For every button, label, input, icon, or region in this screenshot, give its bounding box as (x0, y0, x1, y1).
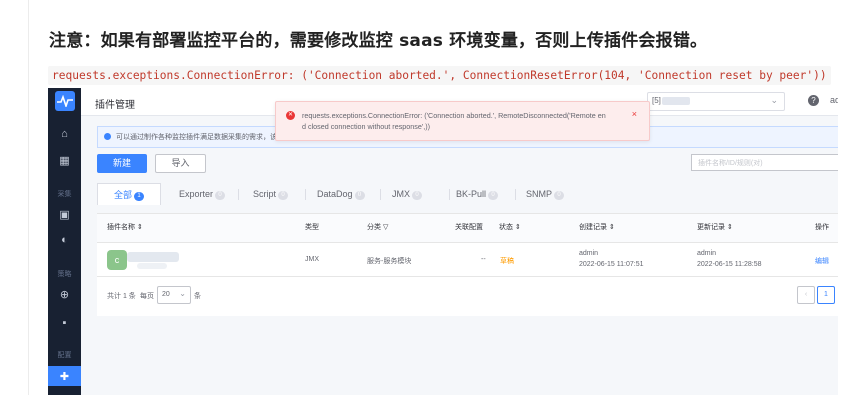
info-icon (104, 133, 111, 140)
row-status: 草稿 (500, 258, 514, 265)
total-count: 共计 1 条 (107, 293, 136, 300)
tab-jmx[interactable]: JMX 0 (384, 183, 422, 205)
tab-label: SNMP (526, 189, 553, 199)
tab-label: 全部 (114, 190, 133, 200)
row-linked: -- (481, 256, 486, 263)
tab-divider (238, 189, 239, 200)
tab-label: BK-Pull (456, 189, 487, 199)
plugin-table: 插件名称 ⇕ 类型 分类 ▽ 关联配置 状态 ⇕ 创建记录 ⇕ 更新记录 ⇕ 操… (97, 213, 838, 316)
new-plugin-button[interactable]: 新建 (97, 154, 147, 173)
col-type: 类型 (305, 224, 319, 231)
row-type: JMX (305, 256, 319, 263)
tab-count: 0 (488, 191, 499, 200)
tab-label: DataDog (317, 189, 353, 199)
col-ops: 操作 (815, 224, 829, 231)
plugin-id-blurred (137, 263, 167, 269)
per-page-label: 每页 (140, 293, 154, 300)
per-page-unit: 条 (194, 293, 201, 300)
row-created-at: 2022-06-15 11:07:51 (579, 261, 644, 268)
tab-label: Exporter (179, 189, 214, 199)
col-status[interactable]: 状态 ⇕ (499, 214, 521, 242)
tab-divider (305, 189, 306, 200)
business-select[interactable]: [5] ⌄ (647, 92, 785, 111)
tab-snmp[interactable]: SNMP 0 (518, 183, 565, 205)
tab-label: JMX (392, 189, 410, 199)
pagination: 共计 1 条 每页 20 ⌄ 条 ‹ 1 (97, 286, 838, 306)
tab-divider (515, 189, 516, 200)
import-button[interactable]: 导入 (155, 154, 206, 173)
search-input[interactable]: 插件名称/ID/规则(对) (691, 154, 838, 171)
tab-datadog[interactable]: DataDog 0 (309, 183, 365, 205)
col-name[interactable]: 插件名称 ⇕ (107, 214, 143, 242)
page-1-button[interactable]: 1 (817, 286, 835, 304)
sidebar-group-strategy: 策略 (57, 271, 72, 278)
monitor-logo-icon[interactable] (55, 91, 75, 111)
edit-link[interactable]: 编辑 (815, 256, 829, 266)
notice-text: 可以通过制作各种监控插件满足数据采集的需求，该功... (116, 134, 290, 141)
col-category[interactable]: 分类 ▽ (367, 214, 388, 242)
chevron-down-icon: ⌄ (179, 289, 186, 298)
col-updated[interactable]: 更新记录 ⇕ (697, 214, 733, 242)
sidebar: ⌂ ▦ 采集 ▣ ◐ 策略 ⊕ ▪ 配置 ✚ (48, 88, 81, 395)
alarm-icon[interactable]: ▪ (48, 313, 81, 333)
left-rule (28, 0, 29, 395)
row-updated-at: 2022-06-15 11:28:58 (697, 261, 762, 268)
page-title: 插件管理 (95, 100, 135, 111)
tab-exporter[interactable]: Exporter 0 (171, 183, 226, 205)
error-icon: ✕ (286, 111, 295, 120)
collect-icon[interactable]: ▣ (48, 204, 81, 224)
tab-label: Script (253, 189, 277, 199)
tab-count: 1 (134, 192, 145, 201)
help-icon[interactable]: ? (808, 95, 819, 106)
page-size-value: 20 (162, 291, 170, 298)
type-tabs: 全部 1 Exporter 0 Script 0 DataDog 0 JMX 0 BK-P… (97, 183, 838, 205)
row-updated-by: admin (697, 250, 717, 257)
row-divider (97, 276, 838, 277)
prev-page-button[interactable]: ‹ (797, 286, 815, 304)
plugin-logo-icon: c (107, 250, 127, 270)
chevron-down-icon: ⌄ (770, 95, 778, 105)
plugin-icon[interactable]: ✚ (48, 366, 81, 386)
row-created-by: admin (579, 250, 599, 257)
tab-count: 0 (354, 191, 365, 200)
timeseries-icon[interactable]: ◐ (48, 230, 81, 250)
col-created[interactable]: 创建记录 ⇕ (579, 214, 615, 242)
close-icon[interactable]: × (632, 109, 637, 119)
row-category: 服务-服务模块 (367, 258, 412, 265)
note-heading: 注意：如果有部署监控平台的，需要修改监控 saas 环境变量，否则上传插件会报错… (49, 31, 708, 51)
tab-all[interactable]: 全部 1 (97, 183, 161, 205)
page-size-select[interactable]: 20 ⌄ (157, 286, 191, 304)
tab-count: 0 (278, 191, 289, 200)
tab-bk-pull[interactable]: BK-Pull 0 (448, 183, 499, 205)
error-code-line: requests.exceptions.ConnectionError: ('C… (48, 66, 831, 85)
error-toast-message: requests.exceptions.ConnectionError: ('C… (302, 111, 606, 131)
user-name[interactable]: ad (830, 95, 838, 105)
tab-count: 0 (412, 191, 422, 200)
tab-script[interactable]: Script 0 (245, 183, 289, 205)
business-select-value: [5] (652, 96, 661, 105)
sidebar-group-config: 配置 (57, 352, 72, 359)
tab-count: 0 (554, 191, 565, 200)
business-name-blurred (662, 97, 690, 105)
dashboard-icon[interactable]: ▦ (48, 150, 81, 170)
sidebar-group-collect: 采集 (57, 191, 72, 198)
tab-count: 0 (215, 191, 226, 200)
error-toast: ✕ requests.exceptions.ConnectionError: (… (275, 101, 650, 141)
plugin-name-blurred[interactable] (127, 252, 179, 262)
strategy-search-icon[interactable]: ⊕ (48, 284, 81, 304)
home-icon[interactable]: ⌂ (48, 124, 81, 144)
app-screenshot: ⌂ ▦ 采集 ▣ ◐ 策略 ⊕ ▪ 配置 ✚ 插件管理 [5] ⌄ ? ad 可… (48, 88, 838, 395)
col-linked: 关联配置 (455, 224, 483, 231)
tab-divider (380, 189, 381, 200)
